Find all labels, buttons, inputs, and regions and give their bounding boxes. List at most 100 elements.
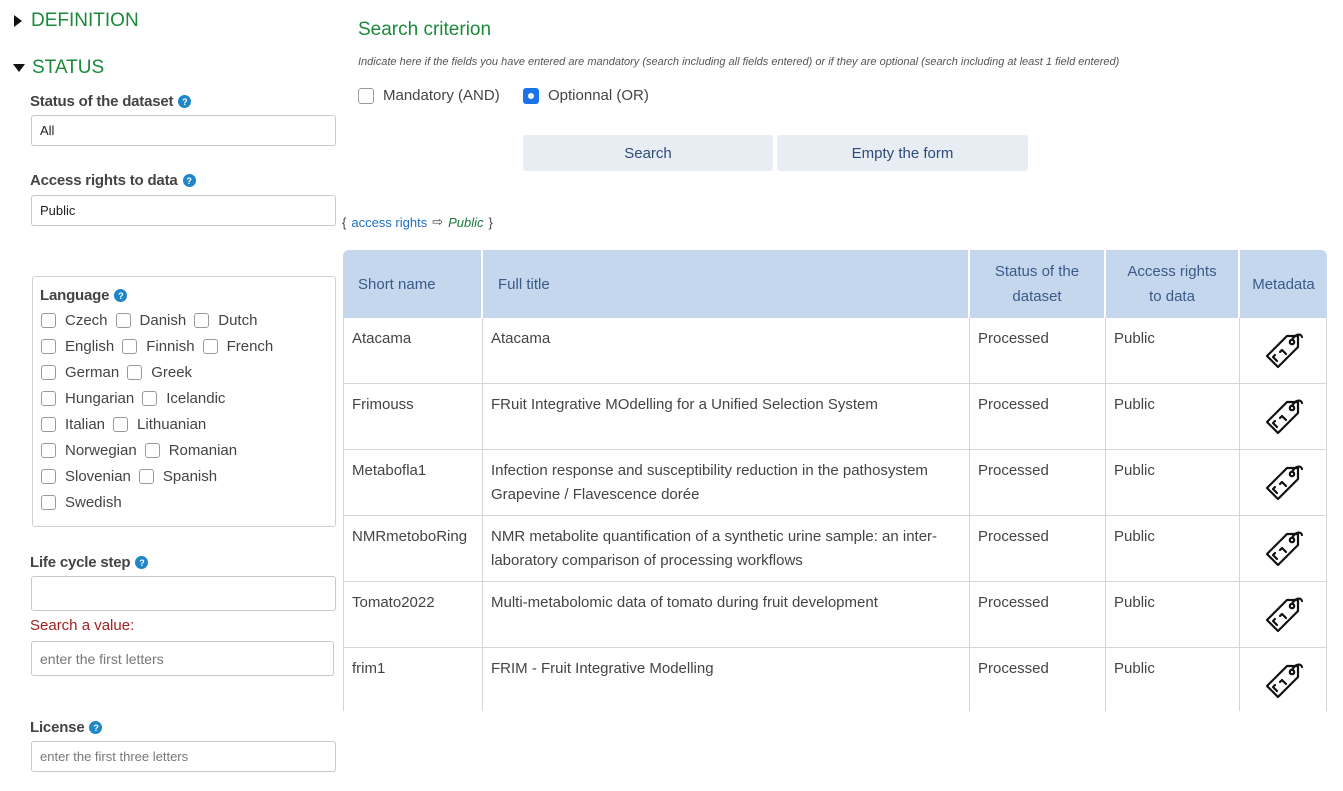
tag-icon[interactable] — [1261, 465, 1305, 509]
cell-access-rights: Public — [1106, 516, 1240, 582]
tag-icon[interactable] — [1261, 333, 1305, 377]
access-rights-select[interactable]: Public — [31, 195, 336, 226]
life-cycle-search-input[interactable]: enter the first letters — [31, 641, 334, 676]
header-access-rights[interactable]: Access rights to data — [1106, 250, 1240, 318]
tag-icon[interactable] — [1261, 663, 1305, 707]
results-table-container: Short name Full title Status of the datas… — [343, 250, 1329, 711]
cell-metadata[interactable] — [1240, 450, 1327, 516]
table-row: Metabofla1 Infection response and suscep… — [343, 450, 1327, 516]
language-option-lithuanian[interactable]: Lithuanian — [113, 416, 206, 433]
cell-metadata[interactable] — [1240, 318, 1327, 384]
cell-short-name[interactable]: Atacama — [343, 318, 483, 384]
search-criterion-hint: Indicate here if the fields you have ent… — [358, 56, 1120, 68]
header-short-name[interactable]: Short name — [343, 250, 483, 318]
cell-full-title[interactable]: FRIM - Fruit Integrative Modelling — [483, 648, 970, 711]
tag-icon[interactable] — [1261, 597, 1305, 641]
language-option-greek[interactable]: Greek — [127, 364, 192, 381]
optional-option[interactable]: Optionnal (OR) — [523, 87, 649, 104]
triangle-right-icon — [14, 15, 22, 27]
tag-icon[interactable] — [1261, 531, 1305, 575]
checkbox[interactable] — [127, 364, 143, 380]
cell-metadata[interactable] — [1240, 516, 1327, 582]
checkbox[interactable] — [41, 364, 56, 380]
language-option-french[interactable]: French — [202, 338, 273, 355]
table-row: Frimouss FRuit Integrative MOdelling for… — [343, 384, 1327, 450]
cell-short-name[interactable]: NMRmetoboRing — [343, 516, 483, 582]
checkbox[interactable] — [41, 442, 56, 458]
language-label: Language ? — [40, 287, 128, 304]
language-option-slovenian[interactable]: Slovenian — [41, 468, 131, 485]
checkbox[interactable] — [41, 390, 56, 406]
checkbox[interactable] — [194, 312, 210, 328]
language-option-german[interactable]: German — [41, 364, 119, 381]
help-icon[interactable]: ? — [114, 289, 128, 302]
status-section-toggle[interactable]: STATUS — [13, 56, 104, 80]
table-row: NMRmetoboRing NMR metabolite quantificat… — [343, 516, 1327, 582]
checkbox[interactable] — [115, 312, 131, 328]
language-option-czech[interactable]: Czech — [41, 312, 108, 329]
optional-radio-selected[interactable] — [523, 87, 539, 104]
cell-metadata[interactable] — [1240, 384, 1327, 450]
cell-status: Processed — [970, 384, 1106, 450]
cell-full-title[interactable]: Atacama — [483, 318, 970, 384]
cell-full-title[interactable]: Infection response and susceptibility re… — [483, 450, 970, 516]
status-of-dataset-select[interactable]: All — [31, 115, 336, 146]
help-icon[interactable]: ? — [89, 721, 103, 734]
language-option-finnish[interactable]: Finnish — [122, 338, 195, 355]
table-header-row: Short name Full title Status of the datas… — [343, 250, 1327, 318]
language-option-norwegian[interactable]: Norwegian — [41, 442, 137, 459]
license-input[interactable]: enter the first three letters — [31, 741, 336, 772]
cell-short-name[interactable]: Frimouss — [343, 384, 483, 450]
language-option-hungarian[interactable]: Hungarian — [41, 390, 134, 407]
mandatory-radio[interactable] — [358, 87, 374, 104]
mandatory-option[interactable]: Mandatory (AND) — [358, 87, 500, 104]
active-filter-key[interactable]: access rights — [351, 215, 427, 230]
language-option-danish[interactable]: Danish — [115, 312, 186, 329]
status-of-dataset-label: Status of the dataset ? — [30, 93, 192, 110]
checkbox[interactable] — [41, 468, 56, 484]
cell-full-title[interactable]: Multi-metabolomic data of tomato during … — [483, 582, 970, 648]
cell-full-title[interactable]: NMR metabolite quantification of a synth… — [483, 516, 970, 582]
cell-status: Processed — [970, 318, 1106, 384]
checkbox[interactable] — [41, 338, 56, 354]
cell-short-name[interactable]: Metabofla1 — [343, 450, 483, 516]
life-cycle-step-label: Life cycle step ? — [30, 554, 149, 571]
empty-form-button[interactable]: Empty the form — [777, 135, 1028, 171]
cell-full-title[interactable]: FRuit Integrative MOdelling for a Unifie… — [483, 384, 970, 450]
checkbox[interactable] — [122, 338, 138, 354]
language-option-spanish[interactable]: Spanish — [138, 468, 217, 485]
life-cycle-step-select[interactable] — [31, 576, 336, 611]
language-option-icelandic[interactable]: Icelandic — [142, 390, 225, 407]
language-filter-box: Language ? Czech Danish Dutch English Fi… — [32, 276, 336, 527]
language-option-romanian[interactable]: Romanian — [144, 442, 237, 459]
checkbox[interactable] — [41, 416, 56, 432]
checkbox[interactable] — [142, 390, 158, 406]
cell-short-name[interactable]: frim1 — [343, 648, 483, 711]
checkbox[interactable] — [113, 416, 129, 432]
checkbox[interactable] — [41, 494, 56, 510]
language-option-dutch[interactable]: Dutch — [194, 312, 257, 329]
checkbox[interactable] — [202, 338, 218, 354]
status-section-title: STATUS — [32, 57, 105, 78]
language-option-italian[interactable]: Italian — [41, 416, 105, 433]
header-full-title[interactable]: Full title — [483, 250, 970, 318]
help-icon[interactable]: ? — [182, 174, 196, 187]
header-status[interactable]: Status of the dataset — [970, 250, 1106, 318]
language-option-swedish[interactable]: Swedish — [41, 494, 122, 511]
help-icon[interactable]: ? — [135, 556, 149, 569]
language-option-english[interactable]: English — [41, 338, 114, 355]
definition-section-toggle[interactable]: DEFINITION — [14, 9, 139, 33]
cell-metadata[interactable] — [1240, 648, 1327, 711]
cell-status: Processed — [970, 516, 1106, 582]
tag-icon[interactable] — [1261, 399, 1305, 443]
checkbox[interactable] — [144, 442, 160, 458]
cell-metadata[interactable] — [1240, 582, 1327, 648]
checkbox[interactable] — [138, 468, 154, 484]
cell-status: Processed — [970, 450, 1106, 516]
cell-short-name[interactable]: Tomato2022 — [343, 582, 483, 648]
checkbox[interactable] — [41, 312, 56, 328]
help-icon[interactable]: ? — [178, 95, 192, 108]
search-button[interactable]: Search — [523, 135, 773, 171]
cell-access-rights: Public — [1106, 318, 1240, 384]
header-metadata: Metadata — [1240, 250, 1327, 318]
